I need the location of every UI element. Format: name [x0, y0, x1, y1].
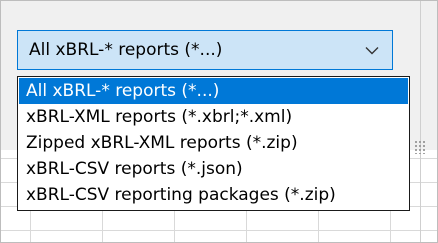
- resize-grip-icon[interactable]: [414, 140, 426, 154]
- option-all-xbrl-reports[interactable]: All xBRL-* reports (*...): [19, 78, 408, 104]
- chevron-down-icon[interactable]: [352, 31, 392, 69]
- file-type-combobox[interactable]: All xBRL-* reports (*...): [17, 30, 393, 70]
- option-xbrl-csv-reporting-packages[interactable]: xBRL-CSV reporting packages (*.zip): [19, 182, 408, 208]
- panel-divider: [420, 0, 421, 243]
- option-xbrl-xml-reports[interactable]: xBRL-XML reports (*.xbrl;*.xml): [19, 104, 408, 130]
- file-type-dropdown-list: All xBRL-* reports (*...) xBRL-XML repor…: [17, 76, 410, 211]
- option-zipped-xbrl-xml-reports[interactable]: Zipped xBRL-XML reports (*.zip): [19, 130, 408, 156]
- combobox-value: All xBRL-* reports (*...): [29, 40, 223, 60]
- option-xbrl-csv-reports[interactable]: xBRL-CSV reports (*.json): [19, 156, 408, 182]
